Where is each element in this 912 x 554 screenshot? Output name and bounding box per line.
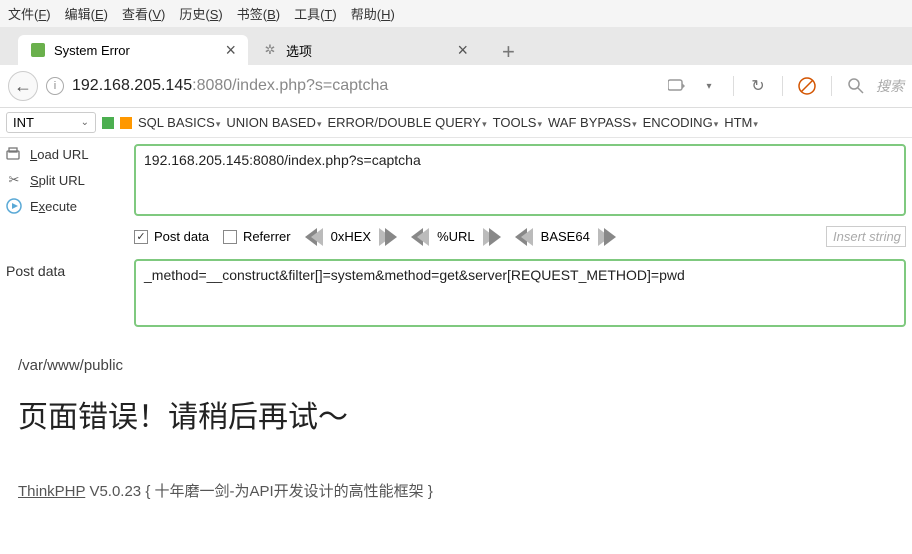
noscript-icon[interactable] <box>795 74 819 98</box>
hackbar-menu-row: INT ⌄ SQL BASICS UNION BASED ERROR/DOUBL… <box>0 108 912 138</box>
menu-edit[interactable]: 编辑(E) <box>65 4 108 23</box>
chevron-down-icon: ⌄ <box>81 117 89 128</box>
split-url-button[interactable]: ✂ Split URL <box>6 172 124 188</box>
dropdown-icon[interactable]: ▾ <box>697 74 721 98</box>
hex-button[interactable]: 0xHEX <box>305 228 397 246</box>
menu-waf-bypass[interactable]: WAF BYPASS <box>548 115 637 130</box>
post-data-row: Post data <box>0 255 912 337</box>
separator <box>733 76 734 96</box>
footer-version: V5.0.23 <box>89 483 141 500</box>
separator <box>831 76 832 96</box>
tab-title: 选项 <box>286 41 312 60</box>
separator <box>782 76 783 96</box>
search-placeholder[interactable]: 搜索 <box>876 76 904 96</box>
reload-icon[interactable]: ↻ <box>746 74 770 98</box>
url-host: 192.168.205.145 <box>72 77 192 94</box>
hackbar-main: ✓ Post data Referrer 0xHEX %URL BASE64 <box>134 144 906 251</box>
gear-icon: ✲ <box>262 42 278 58</box>
load-url-button[interactable]: Load URL <box>6 146 124 162</box>
split-icon: ✂ <box>6 172 22 188</box>
back-button[interactable]: ← <box>8 71 38 101</box>
menu-history[interactable]: 历史(S) <box>179 4 222 23</box>
output-path: /var/www/public <box>18 357 894 374</box>
url-port: :8080 <box>192 77 232 94</box>
arrow-left-icon <box>417 228 429 246</box>
close-icon[interactable]: × <box>225 40 236 61</box>
menu-sql-basics[interactable]: SQL BASICS <box>138 115 220 130</box>
page-content: /var/www/public 页面错误！请稍后再试～ ThinkPHP V5.… <box>0 355 912 503</box>
close-icon[interactable]: × <box>457 40 468 61</box>
menu-error-query[interactable]: ERROR/DOUBLE QUERY <box>327 115 486 130</box>
search-icon[interactable] <box>844 74 868 98</box>
menu-bar: 文件(F) 编辑(E) 查看(V) 历史(S) 书签(B) 工具(T) 帮助(H… <box>0 0 912 27</box>
menu-union-based[interactable]: UNION BASED <box>226 115 321 130</box>
checkbox-checked-icon: ✓ <box>134 230 148 244</box>
options-row: ✓ Post data Referrer 0xHEX %URL BASE64 <box>134 222 906 251</box>
arrow-right-icon <box>489 228 501 246</box>
arrow-right-icon <box>385 228 397 246</box>
arrow-left-icon <box>311 228 323 246</box>
hackbar-body: Load URL ✂ Split URL Execute ✓ Post data… <box>0 138 912 255</box>
arrow-left-icon <box>521 228 533 246</box>
load-icon <box>6 146 22 162</box>
int-select[interactable]: INT ⌄ <box>6 112 96 133</box>
menu-html[interactable]: HTM <box>724 115 758 130</box>
tab-system-error[interactable]: System Error × <box>18 35 248 65</box>
referrer-checkbox[interactable]: Referrer <box>223 229 291 244</box>
execute-button[interactable]: Execute <box>6 198 124 214</box>
insert-string-input[interactable]: Insert string <box>826 226 906 247</box>
menu-file[interactable]: 文件(F) <box>8 4 51 23</box>
execute-icon <box>6 198 22 214</box>
tab-title: System Error <box>54 43 130 58</box>
menu-tools[interactable]: 工具(T) <box>294 4 337 23</box>
url-button[interactable]: %URL <box>411 228 501 246</box>
thinkphp-link[interactable]: ThinkPHP <box>18 483 85 500</box>
url-display[interactable]: 192.168.205.145:8080/index.php?s=captcha <box>72 77 657 95</box>
reader-icon[interactable] <box>665 74 689 98</box>
load-url-label: Load URL <box>30 147 89 162</box>
tab-bar: System Error × ✲ 选项 × + <box>0 27 912 65</box>
post-data-input[interactable] <box>134 259 906 327</box>
footer-tagline: { 十年磨一剑-为API开发设计的高性能框架 } <box>145 483 433 500</box>
green-square-icon[interactable] <box>102 117 114 129</box>
site-info-icon[interactable]: i <box>46 77 64 95</box>
error-title: 页面错误！请稍后再试～ <box>18 392 894 436</box>
url-path: /index.php?s=captcha <box>232 77 388 94</box>
menu-bookmarks[interactable]: 书签(B) <box>237 4 280 23</box>
base64-label: BASE64 <box>533 229 598 244</box>
orange-square-icon[interactable] <box>120 117 132 129</box>
menu-view[interactable]: 查看(V) <box>122 4 165 23</box>
hackbar-sidebar: Load URL ✂ Split URL Execute <box>6 144 124 251</box>
split-url-label: Split URL <box>30 173 85 188</box>
page-icon <box>30 42 46 58</box>
postdata-label: Post data <box>154 229 209 244</box>
url-bar: ← i 192.168.205.145:8080/index.php?s=cap… <box>0 65 912 108</box>
hex-label: 0xHEX <box>323 229 379 244</box>
referrer-label: Referrer <box>243 229 291 244</box>
page-footer: ThinkPHP V5.0.23 { 十年磨一剑-为API开发设计的高性能框架 … <box>18 480 894 501</box>
arrow-right-icon <box>604 228 616 246</box>
postdata-checkbox[interactable]: ✓ Post data <box>134 229 209 244</box>
menu-help[interactable]: 帮助(H) <box>351 4 395 23</box>
hackbar-menus: SQL BASICS UNION BASED ERROR/DOUBLE QUER… <box>138 115 758 130</box>
menu-tools[interactable]: TOOLS <box>493 115 542 130</box>
post-data-label: Post data <box>6 259 124 279</box>
url-label: %URL <box>429 229 483 244</box>
new-tab-button[interactable]: + <box>494 39 523 65</box>
int-label: INT <box>13 115 34 130</box>
url-input[interactable] <box>134 144 906 216</box>
menu-encoding[interactable]: ENCODING <box>643 115 719 130</box>
execute-label: Execute <box>30 199 77 214</box>
tab-options[interactable]: ✲ 选项 × <box>250 35 480 65</box>
checkbox-icon <box>223 230 237 244</box>
base64-button[interactable]: BASE64 <box>515 228 616 246</box>
